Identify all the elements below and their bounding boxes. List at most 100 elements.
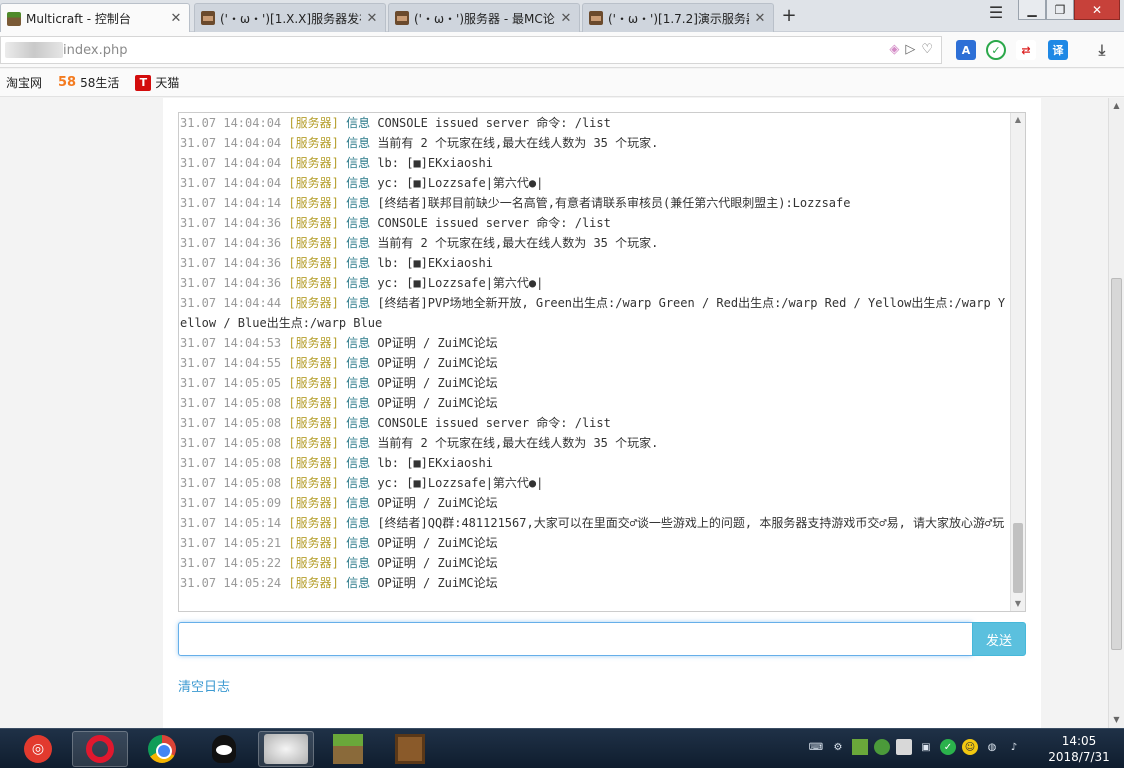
new-tab-button[interactable]: + [778, 6, 800, 26]
send-button[interactable]: 发送 [972, 622, 1026, 656]
console-scrollbar[interactable]: ▲ ▼ [1010, 113, 1025, 611]
command-row: 发送 [178, 622, 1026, 656]
console-scroll-thumb[interactable] [1013, 523, 1023, 593]
tab-demo-server[interactable]: ('・ω・')[1.7.2]演示服务器 ✕ [582, 3, 774, 32]
taskbar-cloud-app[interactable] [258, 731, 314, 767]
log-level: 信息 [346, 416, 371, 430]
netease-music-icon: ◎ [24, 735, 52, 763]
log-timestamp: 31.07 14:04:04 [180, 136, 282, 150]
bookmarks-bar: 淘宝网 58 58生活 T 天猫 [0, 69, 1124, 97]
log-source: [服务器] [288, 176, 339, 190]
taskbar-qq[interactable] [196, 731, 252, 767]
minecraft-tray-icon[interactable] [852, 739, 868, 755]
close-icon[interactable]: ✕ [559, 11, 573, 26]
bookmark-taobao[interactable]: 淘宝网 [6, 74, 42, 91]
scroll-up-arrow-icon[interactable]: ▲ [1011, 113, 1025, 127]
log-source: [服务器] [288, 296, 339, 310]
network-icon[interactable] [896, 739, 912, 755]
security-shield-icon[interactable]: ✓ [986, 40, 1006, 60]
log-timestamp: 31.07 14:05:09 [180, 496, 282, 510]
log-message: lb: [■]EKxiaoshi [377, 456, 493, 470]
log-source: [服务器] [288, 416, 339, 430]
scroll-down-arrow-icon[interactable]: ▼ [1011, 597, 1025, 611]
console-log-line: 31.07 14:05:24 [服务器] 信息 OP证明 / ZuiMC论坛 [180, 573, 1011, 593]
tab-server-release[interactable]: ('・ω・')[1.X.X]服务器发布 ✕ [194, 3, 386, 32]
maximize-icon[interactable]: ❐ [1046, 0, 1074, 20]
log-level: 信息 [346, 356, 371, 370]
steam-icon[interactable]: ⚙ [830, 739, 846, 755]
tab-title: Multicraft - 控制台 [26, 12, 131, 26]
opera-icon [86, 735, 114, 763]
favorite-heart-icon[interactable]: ♡ [921, 42, 933, 57]
log-message: yc: [■]Lozzsafe|第六代●| [377, 176, 544, 190]
system-tray: ⌨ ⚙ ▣ ✓ ☺ ◍ ♪ [808, 739, 1022, 755]
keyboard-icon[interactable]: ⌨ [808, 739, 824, 755]
page-scrollbar[interactable]: ▲ ▼ [1108, 98, 1124, 728]
volume-icon[interactable]: ♪ [1006, 739, 1022, 755]
tab-multicraft-console[interactable]: Multicraft - 控制台 ✕ [0, 3, 190, 33]
console-log-line: 31.07 14:05:08 [服务器] 信息 yc: [■]Lozzsafe|… [180, 473, 1011, 493]
log-timestamp: 31.07 14:04:04 [180, 156, 282, 170]
console-log-line: 31.07 14:04:04 [服务器] 信息 yc: [■]Lozzsafe|… [180, 173, 1011, 193]
taskbar-crafting-table[interactable] [382, 731, 438, 767]
chrome-icon [148, 735, 176, 763]
log-level: 信息 [346, 536, 371, 550]
log-timestamp: 31.07 14:04:14 [180, 196, 282, 210]
download-icon[interactable]: ⤓ [1092, 40, 1112, 60]
log-timestamp: 31.07 14:04:04 [180, 116, 282, 130]
console-log[interactable]: 31.07 14:04:04 [服务器] 信息 CONSOLE issued s… [178, 112, 1026, 612]
log-level: 信息 [346, 236, 371, 250]
scroll-up-arrow-icon[interactable]: ▲ [1109, 98, 1124, 114]
log-level: 信息 [346, 216, 371, 230]
taskbar-minecraft[interactable] [320, 731, 376, 767]
clock-date: 2018/7/31 [1048, 750, 1110, 764]
address-bar[interactable]: index.php ◈ ▷ ♡ [0, 36, 942, 64]
browser-menu-icon[interactable]: ☰ [982, 2, 1010, 22]
mc-face-icon[interactable] [874, 739, 890, 755]
bookmark-58[interactable]: 58 58生活 [58, 74, 119, 91]
close-icon[interactable]: ✕ [753, 11, 767, 26]
taskbar-opera[interactable] [72, 731, 128, 767]
bookmark-label: 淘宝网 [6, 76, 43, 90]
taskbar-netease-music[interactable]: ◎ [10, 731, 66, 767]
console-log-line: 31.07 14:04:53 [服务器] 信息 OP证明 / ZuiMC论坛 [180, 333, 1011, 353]
log-level: 信息 [346, 156, 371, 170]
translate-icon[interactable]: A [956, 40, 976, 60]
log-message: [终结者]QQ群:481121567,大家可以在里面交♂谈一些游戏上的问题, 本… [377, 516, 1005, 530]
ime-icon[interactable]: ☺ [962, 739, 978, 755]
crafting-table-icon [395, 734, 425, 764]
log-level: 信息 [346, 576, 371, 590]
taskbar-chrome[interactable] [134, 731, 190, 767]
tab-server-forum[interactable]: ('・ω・')服务器 - 最MC论坛 ✕ [388, 3, 580, 32]
address-bar-actions: ◈ ▷ ♡ [889, 42, 933, 57]
swap-icon[interactable]: ⇄ [1016, 40, 1036, 60]
share-icon[interactable]: ▷ [905, 42, 915, 57]
security-tray-icon[interactable]: ✓ [940, 739, 956, 755]
log-message: yc: [■]Lozzsafe|第六代●| [377, 476, 544, 490]
close-icon[interactable]: ✕ [365, 11, 379, 26]
log-source: [服务器] [288, 396, 339, 410]
log-message: yc: [■]Lozzsafe|第六代●| [377, 276, 544, 290]
clear-log-link[interactable]: 清空日志 [178, 676, 230, 695]
device-icon[interactable]: ▣ [918, 739, 934, 755]
log-timestamp: 31.07 14:04:36 [180, 236, 282, 250]
console-log-line: 31.07 14:04:14 [服务器] 信息 [终结者]联邦目前缺少一名高管,… [180, 193, 1011, 213]
log-source: [服务器] [288, 256, 339, 270]
system-clock[interactable]: 14:05 2018/7/31 [1038, 733, 1120, 765]
scroll-down-arrow-icon[interactable]: ▼ [1109, 712, 1124, 728]
bookmark-label: 天猫 [155, 76, 180, 90]
cube-icon[interactable]: ◈ [889, 42, 899, 57]
close-icon[interactable]: ✕ [169, 11, 183, 26]
bookmark-tmall[interactable]: T 天猫 [135, 74, 179, 91]
tab-title: ('・ω・')[1.7.2]演示服务器 [608, 11, 749, 26]
minimize-icon[interactable]: ▁ [1018, 0, 1046, 20]
translate-yi-icon[interactable]: 译 [1048, 40, 1068, 60]
window-close-icon[interactable]: ✕ [1074, 0, 1120, 20]
log-source: [服务器] [288, 156, 339, 170]
page-scroll-thumb[interactable] [1111, 278, 1122, 650]
steve-head-icon [395, 11, 409, 25]
command-input[interactable] [178, 622, 972, 656]
connection-icon[interactable]: ◍ [984, 739, 1000, 755]
log-source: [服务器] [288, 356, 339, 370]
log-message: OP证明 / ZuiMC论坛 [377, 356, 498, 370]
